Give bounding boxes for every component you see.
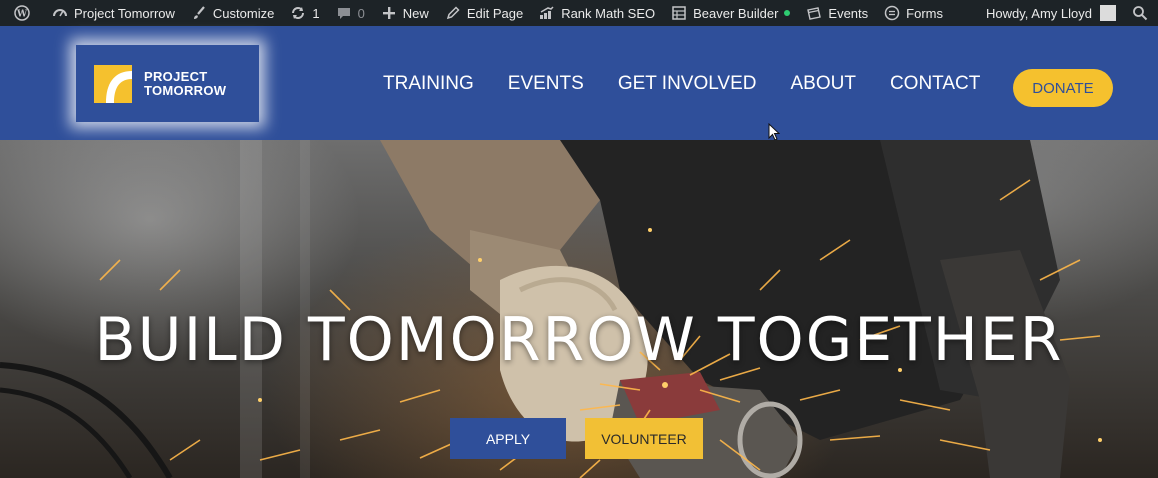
logo-text: PROJECT TOMORROW (144, 68, 227, 98)
wordpress-icon: W (14, 5, 30, 21)
plus-icon (381, 5, 397, 21)
refresh-icon (290, 5, 306, 21)
logo-line-2: TOMORROW (144, 82, 227, 98)
site-name-label: Project Tomorrow (74, 5, 175, 21)
greeting-label: Howdy, Amy Lloyd (986, 5, 1092, 21)
site-logo[interactable]: PROJECT TOMORROW (76, 45, 259, 122)
updates-link[interactable]: 1 (282, 0, 327, 26)
hero-banner: BUILD TOMORROW TOGETHER APPLY VOLUNTEER (0, 140, 1158, 478)
svg-text:W: W (16, 10, 28, 20)
wp-admin-bar: W Project Tomorrow Customize 1 0 New Edi… (0, 0, 1158, 26)
edit-page-link[interactable]: Edit Page (437, 0, 531, 26)
status-dot (784, 10, 791, 16)
apply-button[interactable]: APPLY (450, 418, 566, 459)
forms-icon (884, 5, 900, 21)
hero-title: BUILD TOMORROW TOGETHER (94, 305, 1064, 375)
brush-icon (191, 5, 207, 21)
nav-item-training[interactable]: TRAINING (383, 73, 474, 95)
edit-page-label: Edit Page (466, 5, 524, 21)
dashboard-icon (52, 5, 68, 21)
rank-math-link[interactable]: Rank Math SEO (531, 0, 663, 26)
rank-math-label: Rank Math SEO (561, 5, 656, 21)
site-name-link[interactable]: Project Tomorrow (44, 0, 183, 26)
nav-item-contact[interactable]: CONTACT (890, 73, 980, 95)
main-nav: TRAINING EVENTS GET INVOLVED ABOUT CONTA… (370, 73, 1014, 95)
volunteer-button[interactable]: VOLUNTEER (585, 418, 703, 459)
comment-icon (336, 5, 352, 21)
avatar (1100, 5, 1116, 21)
comments-link[interactable]: 0 (328, 0, 373, 26)
new-content-link[interactable]: New (373, 0, 437, 26)
search-icon (1132, 5, 1148, 21)
customize-label: Customize (212, 5, 275, 21)
pencil-icon (445, 5, 461, 21)
site-header: PROJECT TOMORROW TRAINING EVENTS GET INV… (0, 26, 1158, 140)
comments-count: 0 (357, 5, 365, 21)
account-menu[interactable]: Howdy, Amy Lloyd (978, 0, 1124, 26)
events-link[interactable]: Events (798, 0, 876, 26)
updates-count: 1 (312, 5, 320, 21)
nav-item-events[interactable]: EVENTS (508, 73, 584, 95)
logo-line-1: PROJECT (144, 68, 208, 84)
nav-item-get-involved[interactable]: GET INVOLVED (618, 73, 757, 95)
customize-link[interactable]: Customize (183, 0, 282, 26)
table-icon (671, 5, 687, 21)
search-toggle[interactable] (1124, 0, 1156, 26)
logo-mark-icon (94, 64, 132, 103)
mouse-cursor-icon (768, 123, 780, 141)
forms-link[interactable]: Forms (876, 0, 951, 26)
donate-button[interactable]: DONATE (1013, 69, 1113, 107)
wordpress-menu[interactable]: W (6, 0, 44, 26)
beaver-builder-label: Beaver Builder (693, 5, 779, 21)
rank-math-icon (539, 5, 555, 21)
beaver-builder-link[interactable]: Beaver Builder (663, 0, 798, 26)
nav-item-about[interactable]: ABOUT (790, 73, 855, 95)
new-label: New (402, 5, 429, 21)
calendar-icon (806, 5, 822, 21)
forms-label: Forms (906, 5, 943, 21)
events-label: Events (828, 5, 869, 21)
